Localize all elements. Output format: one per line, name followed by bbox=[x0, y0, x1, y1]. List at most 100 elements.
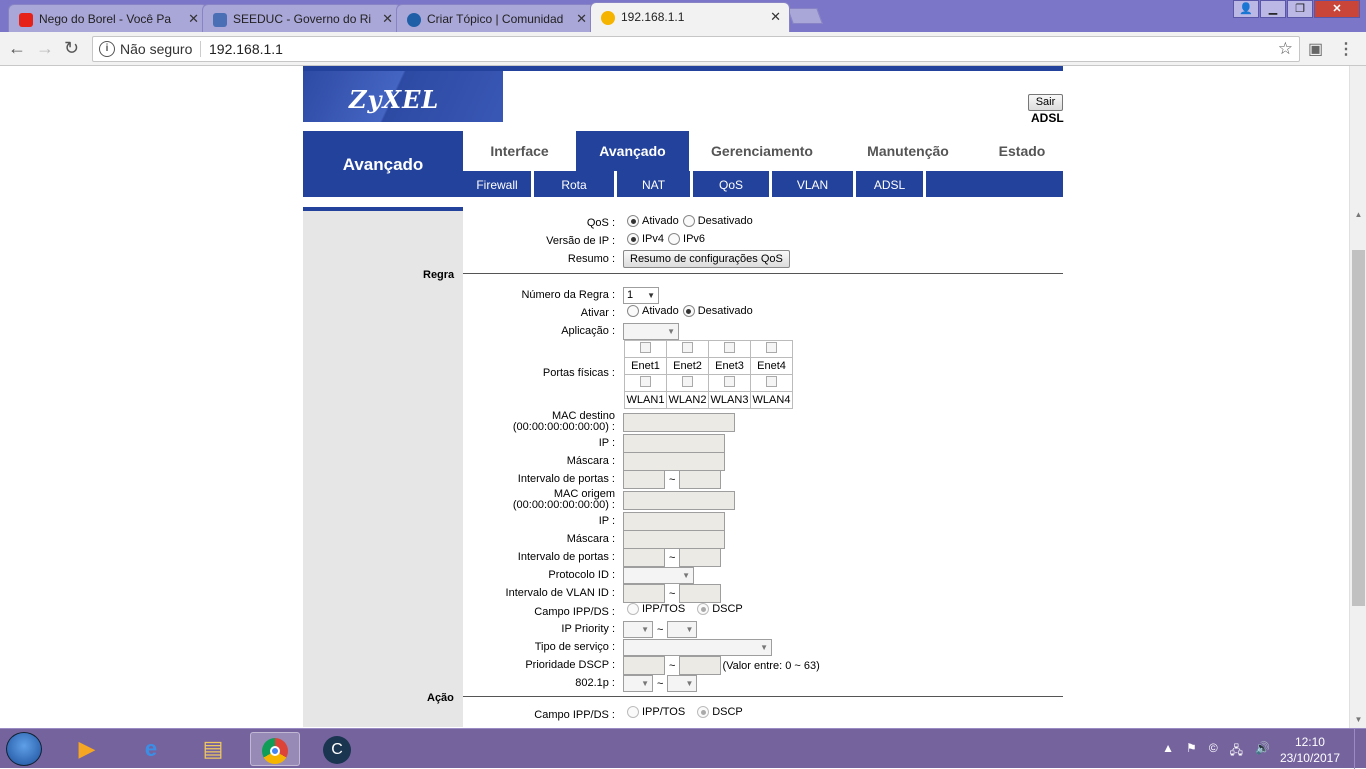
volume-icon[interactable]: 🔊 bbox=[1255, 741, 1270, 762]
browser-tab-router[interactable]: 192.168.1.1 ✕ bbox=[590, 2, 790, 32]
chrome-icon[interactable] bbox=[250, 732, 300, 766]
range-separator: ~ bbox=[669, 473, 676, 486]
media-player-icon[interactable]: ▶ bbox=[62, 732, 112, 766]
wlan2-checkbox[interactable] bbox=[682, 376, 693, 387]
close-window-button[interactable]: ✕ bbox=[1314, 0, 1360, 18]
mode-label: ADSL bbox=[1031, 111, 1064, 125]
reload-icon[interactable]: ↻ bbox=[64, 38, 79, 59]
rule-number-select[interactable]: 1 ▼ bbox=[623, 287, 659, 304]
enet1-checkbox[interactable] bbox=[640, 342, 651, 353]
ip-priority-end-select[interactable]: ▼ bbox=[667, 621, 698, 638]
dest-mask-input[interactable] bbox=[623, 452, 725, 471]
subtab-qos[interactable]: QoS bbox=[693, 171, 772, 197]
dot1p-start-select[interactable]: ▼ bbox=[623, 675, 653, 692]
tab-estado[interactable]: Estado bbox=[981, 131, 1063, 171]
subtab-adsl[interactable]: ADSL bbox=[856, 171, 926, 197]
extension-icon[interactable]: ▣ bbox=[1308, 39, 1323, 59]
wlan4-checkbox[interactable] bbox=[766, 376, 777, 387]
dest-ip-input[interactable] bbox=[623, 434, 725, 453]
menu-icon[interactable]: ⋮ bbox=[1338, 39, 1354, 59]
tray-expand-icon[interactable]: ▲ bbox=[1162, 741, 1174, 762]
qos-disabled-radio[interactable] bbox=[682, 215, 695, 227]
forward-arrow-icon[interactable]: → bbox=[36, 38, 54, 59]
vlan-start-input[interactable] bbox=[623, 584, 665, 603]
dest-port-end-input[interactable] bbox=[679, 470, 722, 489]
src-port-end-input[interactable] bbox=[679, 548, 722, 567]
ip-priority-start-select[interactable]: ▼ bbox=[623, 621, 653, 638]
action-center-flag-icon[interactable]: ⚑ bbox=[1186, 741, 1197, 762]
enet4-checkbox[interactable] bbox=[766, 342, 777, 353]
disabled-label: Desativado bbox=[697, 305, 753, 317]
src-ip-input[interactable] bbox=[623, 512, 725, 531]
address-bar[interactable]: i Não seguro 192.168.1.1 ☆ bbox=[92, 36, 1300, 62]
file-explorer-icon[interactable]: ▤ bbox=[188, 732, 238, 766]
dest-port-start-input[interactable] bbox=[623, 470, 665, 489]
wlan1-checkbox[interactable] bbox=[640, 376, 651, 387]
rule-enabled-radio[interactable] bbox=[627, 305, 639, 317]
enet2-checkbox[interactable] bbox=[682, 342, 693, 353]
close-tab-icon[interactable]: ✕ bbox=[382, 11, 393, 27]
service-type-select[interactable]: ▼ bbox=[623, 639, 772, 656]
close-tab-icon[interactable]: ✕ bbox=[576, 11, 587, 27]
subtab-vlan[interactable]: VLAN bbox=[772, 171, 856, 197]
subtab-rota[interactable]: Rota bbox=[534, 171, 617, 197]
ipv4-radio[interactable] bbox=[627, 233, 639, 245]
action-ipptos-radio[interactable] bbox=[627, 706, 639, 718]
ccleaner-tray-icon[interactable]: © bbox=[1209, 741, 1218, 762]
src-port-start-input[interactable] bbox=[623, 548, 665, 567]
close-tab-icon[interactable]: ✕ bbox=[770, 9, 781, 25]
qos-enabled-radio[interactable] bbox=[627, 215, 639, 227]
port-checkbox-cell bbox=[708, 374, 751, 392]
subtab-firewall[interactable]: Firewall bbox=[463, 171, 534, 197]
tab-gerenciamento[interactable]: Gerenciamento bbox=[689, 131, 835, 171]
minimize-button[interactable]: ▁ bbox=[1260, 0, 1286, 18]
protocol-select[interactable]: ▼ bbox=[623, 567, 694, 584]
info-icon[interactable]: i bbox=[99, 41, 115, 57]
new-tab-button[interactable] bbox=[787, 8, 823, 24]
browser-tab-forum[interactable]: Criar Tópico | Comunidad ✕ bbox=[396, 4, 596, 32]
src-mac-input[interactable] bbox=[623, 491, 735, 510]
ccleaner-icon[interactable]: C bbox=[312, 732, 362, 766]
show-desktop-button[interactable] bbox=[1354, 729, 1366, 769]
application-select[interactable]: ▼ bbox=[623, 323, 679, 340]
wlan3-checkbox[interactable] bbox=[724, 376, 735, 387]
range-separator: ~ bbox=[669, 551, 676, 564]
page-scrollbar[interactable]: ▲ ▼ bbox=[1349, 66, 1366, 728]
scrollbar-thumb[interactable] bbox=[1352, 250, 1365, 606]
dest-mac-input[interactable] bbox=[623, 413, 735, 432]
network-icon[interactable]: 🖧 bbox=[1230, 741, 1243, 762]
tab-manutencao[interactable]: Manutenção bbox=[835, 131, 981, 171]
qos-summary-button[interactable]: Resumo de configurações QoS bbox=[623, 250, 790, 268]
ipptos-radio[interactable] bbox=[627, 603, 639, 615]
subtab-nat[interactable]: NAT bbox=[617, 171, 693, 197]
url-text[interactable]: 192.168.1.1 bbox=[209, 41, 283, 57]
logout-button[interactable]: Sair bbox=[1028, 94, 1063, 111]
scroll-up-arrow-icon[interactable]: ▲ bbox=[1350, 206, 1366, 223]
src-mask-input[interactable] bbox=[623, 530, 725, 549]
taskbar-clock[interactable]: 12:10 23/10/2017 bbox=[1280, 734, 1340, 766]
service-type-label: Tipo de serviço : bbox=[534, 641, 615, 653]
action-dscp-radio[interactable] bbox=[697, 706, 710, 718]
close-tab-icon[interactable]: ✕ bbox=[188, 11, 199, 27]
security-label[interactable]: Não seguro bbox=[120, 41, 192, 57]
dscp-end-input[interactable] bbox=[679, 656, 722, 675]
port-checkbox-cell bbox=[750, 340, 793, 358]
vlan-end-input[interactable] bbox=[679, 584, 722, 603]
browser-tab-seeduc[interactable]: SEEDUC - Governo do Ri ✕ bbox=[202, 4, 402, 32]
dscp-radio[interactable] bbox=[697, 603, 710, 615]
tab-avancado[interactable]: Avançado bbox=[576, 131, 689, 171]
start-button[interactable] bbox=[6, 732, 42, 766]
user-icon[interactable]: 👤 bbox=[1233, 0, 1259, 18]
bookmark-star-icon[interactable]: ☆ bbox=[1278, 39, 1293, 59]
browser-tab-youtube[interactable]: Nego do Borel - Você Pa ✕ bbox=[8, 4, 208, 32]
ipv6-radio[interactable] bbox=[668, 233, 681, 245]
rule-disabled-radio[interactable] bbox=[682, 305, 695, 317]
back-arrow-icon[interactable]: ← bbox=[8, 38, 26, 59]
dscp-start-input[interactable] bbox=[623, 656, 665, 675]
dot1p-end-select[interactable]: ▼ bbox=[667, 675, 698, 692]
tab-interface[interactable]: Interface bbox=[463, 131, 576, 171]
maximize-button[interactable]: ❐ bbox=[1287, 0, 1313, 18]
scroll-down-arrow-icon[interactable]: ▼ bbox=[1350, 711, 1366, 728]
internet-explorer-icon[interactable]: e bbox=[126, 732, 176, 766]
enet3-checkbox[interactable] bbox=[724, 342, 735, 353]
